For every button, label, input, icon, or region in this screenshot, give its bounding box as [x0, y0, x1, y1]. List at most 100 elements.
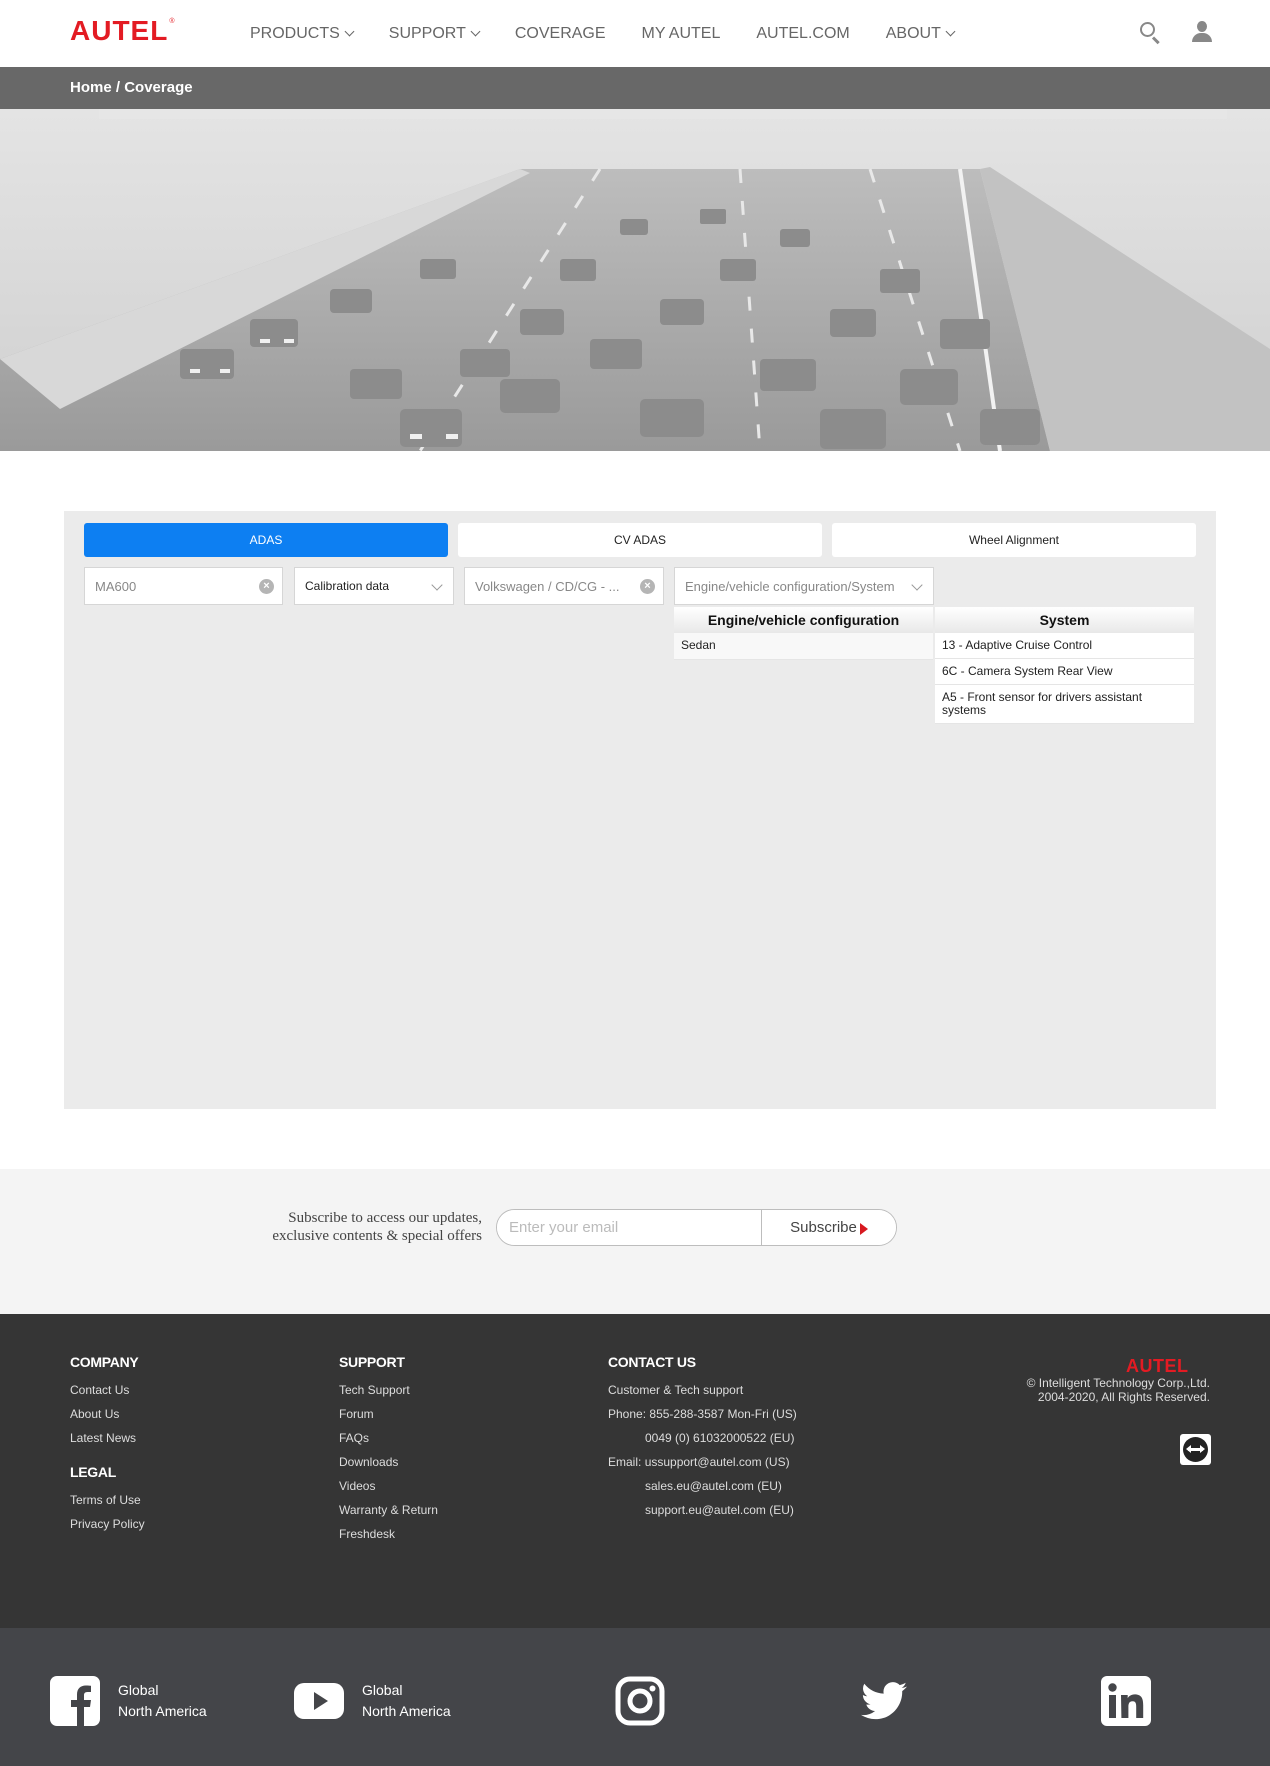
- subscribe-text: Subscribe to access our updates, exclusi…: [200, 1209, 482, 1245]
- config-column-header: Engine/vehicle configuration: [674, 607, 933, 633]
- teamviewer-icon[interactable]: [1180, 1434, 1211, 1465]
- subscribe-text-line1: Subscribe to access our updates,: [288, 1210, 482, 1226]
- phone-us-value: 855-288-3587 Mon-Fri (US): [649, 1407, 797, 1421]
- nav-coverage[interactable]: COVERAGE: [515, 25, 606, 43]
- vehicle-select-value: Volkswagen / CD/CG - ...: [475, 578, 620, 594]
- twitter-group: [859, 1676, 909, 1726]
- subscribe-button-label: Subscribe: [790, 1219, 857, 1236]
- chevron-down-icon: [431, 579, 443, 591]
- highway-traffic-illustration: [0, 109, 1270, 451]
- footer-link-freshdesk[interactable]: Freshdesk: [339, 1522, 438, 1546]
- footer-link-contact-us[interactable]: Contact Us: [70, 1378, 145, 1402]
- nav-about[interactable]: ABOUT: [886, 25, 956, 43]
- footer-link-latest-news[interactable]: Latest News: [70, 1426, 145, 1450]
- footer-contact-column: CONTACT US Customer & Tech support Phone…: [608, 1354, 797, 1522]
- clear-icon[interactable]: ×: [640, 579, 655, 594]
- data-type-select-value: Calibration data: [305, 579, 390, 593]
- linkedin-group: [1101, 1676, 1151, 1726]
- facebook-global-link[interactable]: Global: [118, 1680, 207, 1701]
- product-select[interactable]: MA600 ×: [84, 567, 283, 605]
- subscribe-text-line2: exclusive contents & special offers: [272, 1228, 482, 1244]
- footer-link-privacy[interactable]: Privacy Policy: [70, 1512, 145, 1536]
- footer-link-downloads[interactable]: Downloads: [339, 1450, 438, 1474]
- clear-icon[interactable]: ×: [259, 579, 274, 594]
- facebook-icon[interactable]: [50, 1676, 100, 1726]
- play-arrow-icon: [859, 1222, 868, 1235]
- footer-support-column: SUPPORT Tech Support Forum FAQs Download…: [339, 1354, 438, 1546]
- site-footer: COMPANY Contact Us About Us Latest News …: [0, 1314, 1270, 1628]
- system-dropdown-column: System 13 - Adaptive Cruise Control 6C -…: [935, 607, 1194, 724]
- data-type-select[interactable]: Calibration data: [294, 567, 454, 605]
- product-select-value: MA600: [95, 578, 137, 594]
- main-nav: PRODUCTS SUPPORT COVERAGE MY AUTEL AUTEL…: [232, 0, 972, 67]
- vehicle-select[interactable]: Volkswagen / CD/CG - ... ×: [464, 567, 664, 605]
- footer-legal-title: LEGAL: [70, 1464, 116, 1480]
- chevron-down-icon: [911, 579, 923, 591]
- system-column-header: System: [935, 607, 1194, 633]
- nav-support[interactable]: SUPPORT: [388, 24, 481, 43]
- twitter-icon[interactable]: [859, 1676, 909, 1726]
- nav-coverage-label: COVERAGE: [514, 24, 606, 42]
- youtube-icon[interactable]: [294, 1676, 344, 1726]
- email-input[interactable]: [497, 1210, 761, 1245]
- youtube-group: Global North America: [294, 1676, 451, 1726]
- copyright-line1: © Intelligent Technology Corp.,Ltd.: [1026, 1376, 1210, 1390]
- nav-autel-com[interactable]: AUTEL.COM: [756, 25, 849, 43]
- footer-link-videos[interactable]: Videos: [339, 1474, 438, 1498]
- copyright-line2: 2004-2020, All Rights Reserved.: [1037, 1390, 1210, 1404]
- user-icon[interactable]: [1190, 20, 1214, 44]
- footer-link-forum[interactable]: Forum: [339, 1402, 438, 1426]
- subscribe-button[interactable]: Subscribe: [761, 1210, 896, 1245]
- breadcrumb: Home / Coverage: [70, 79, 193, 96]
- contact-phone-us: Phone: 855-288-3587 Mon-Fri (US): [608, 1402, 797, 1426]
- social-bar: Global North America Global North America: [0, 1628, 1270, 1766]
- contact-email-sales[interactable]: sales.eu@autel.com (EU): [608, 1474, 797, 1498]
- facebook-north-america-link[interactable]: North America: [118, 1701, 207, 1722]
- nav-my-autel[interactable]: MY AUTEL: [642, 25, 721, 43]
- footer-link-about-us[interactable]: About Us: [70, 1402, 145, 1426]
- footer-support-title: SUPPORT: [339, 1354, 405, 1370]
- footer-autel-logo: AUTEL: [1126, 1356, 1189, 1376]
- site-header: AUTEL ® PRODUCTS SUPPORT COVERAGE MY AUT…: [0, 0, 1270, 67]
- chevron-down-icon: [344, 26, 355, 37]
- breadcrumb-current: Coverage: [124, 79, 193, 96]
- contact-phone-eu: 0049 (0) 61032000522 (EU): [645, 1431, 795, 1445]
- footer-link-tech-support[interactable]: Tech Support: [339, 1378, 438, 1402]
- hero-top-strip: [99, 109, 1227, 119]
- subscribe-form: Subscribe: [496, 1209, 897, 1246]
- tab-adas[interactable]: ADAS: [84, 523, 448, 557]
- system-option[interactable]: 6C - Camera System Rear View: [935, 659, 1194, 685]
- linkedin-icon[interactable]: [1101, 1676, 1151, 1726]
- config-system-placeholder: Engine/vehicle configuration/System: [685, 578, 895, 594]
- footer-link-faqs[interactable]: FAQs: [339, 1426, 438, 1450]
- chevron-down-icon: [945, 26, 956, 37]
- system-option[interactable]: 13 - Adaptive Cruise Control: [935, 633, 1194, 659]
- email-label: Email:: [608, 1455, 642, 1469]
- footer-copyright: © Intelligent Technology Corp.,Ltd. 2004…: [1027, 1376, 1210, 1404]
- config-system-select[interactable]: Engine/vehicle configuration/System: [674, 567, 934, 605]
- system-option[interactable]: A5 - Front sensor for drivers assistant …: [935, 685, 1194, 724]
- footer-link-warranty[interactable]: Warranty & Return: [339, 1498, 438, 1522]
- tab-cv-adas[interactable]: CV ADAS: [458, 523, 822, 557]
- autel-logo[interactable]: AUTEL ®: [70, 16, 175, 46]
- search-icon[interactable]: [1138, 20, 1162, 45]
- coverage-panel: ADAS CV ADAS Wheel Alignment MA600 × Cal…: [64, 511, 1216, 1109]
- youtube-global-link[interactable]: Global: [362, 1680, 451, 1701]
- nav-products[interactable]: PRODUCTS: [250, 25, 355, 43]
- youtube-north-america-link[interactable]: North America: [362, 1701, 451, 1722]
- instagram-icon[interactable]: [615, 1676, 665, 1726]
- contact-customer-support: Customer & Tech support: [608, 1383, 744, 1397]
- footer-contact-title: CONTACT US: [608, 1354, 696, 1370]
- tab-wheel-alignment[interactable]: Wheel Alignment: [832, 523, 1196, 557]
- nav-support-label: SUPPORT: [388, 24, 466, 42]
- nav-my-autel-label: MY AUTEL: [641, 24, 721, 42]
- email-us-link[interactable]: ussupport@autel.com (US): [645, 1455, 790, 1469]
- logo-text: AUTEL: [70, 15, 169, 46]
- config-dropdown-column: Engine/vehicle configuration Sedan: [674, 607, 933, 660]
- footer-link-terms[interactable]: Terms of Use: [70, 1488, 145, 1512]
- breadcrumb-home[interactable]: Home: [70, 79, 112, 96]
- breadcrumb-separator: /: [111, 79, 125, 96]
- config-option-sedan[interactable]: Sedan: [674, 633, 933, 660]
- contact-email-support[interactable]: support.eu@autel.com (EU): [608, 1498, 797, 1522]
- hero-banner-image: [0, 109, 1270, 451]
